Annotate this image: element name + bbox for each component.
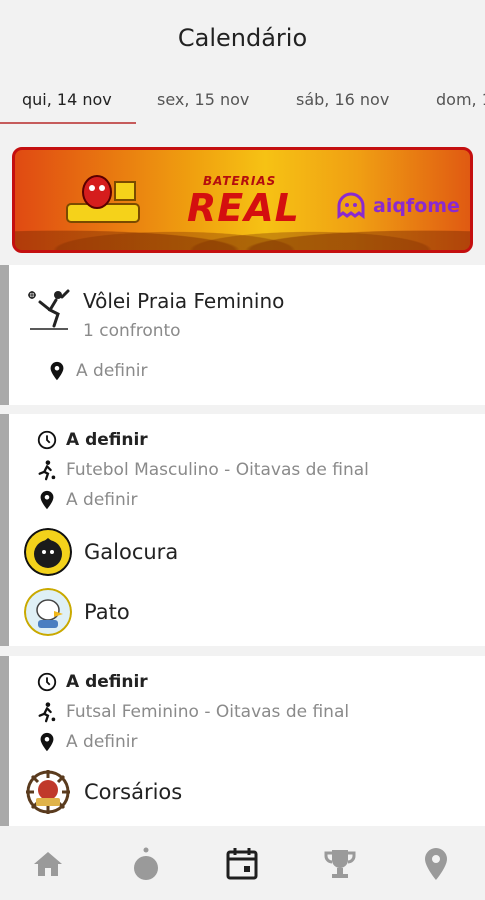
location-text: A definir [76,361,148,381]
event-card[interactable]: Vôlei Praia Feminino 1 confronto A defin… [0,265,485,405]
team-row[interactable]: Galocura [24,528,178,576]
time-row: A definir [36,671,148,693]
ball-icon[interactable] [126,844,166,884]
mascot-logo-icon [66,175,140,223]
card-side-bar [0,414,9,646]
event-card[interactable]: A definir Futsal Feminino - Oitavas de f… [0,656,485,826]
tab-date-15[interactable]: sex, 15 nov [157,90,249,109]
card-side-bar [0,656,9,826]
home-icon[interactable] [28,844,68,884]
time-text: A definir [66,430,148,450]
location-icon[interactable] [416,844,456,884]
match-count: 1 confronto [83,321,181,341]
location-row: A definir [36,731,137,753]
location-text: A definir [66,732,138,752]
team-logo-galocura [24,528,72,576]
date-tabs: qui, 14 nov sex, 15 nov sáb, 16 nov dom,… [0,78,485,124]
calendar-icon[interactable] [222,844,262,884]
category-row: Futsal Feminino - Oitavas de final [36,701,349,723]
category-row: Futebol Masculino - Oitavas de final [36,459,369,481]
location-row: A definir [46,360,147,382]
location-pin-icon [40,732,54,752]
time-row: A definir [36,429,148,451]
partner-text: aiqfome [373,195,460,217]
team-name: Galocura [84,540,179,564]
team-logo-corsarios [26,770,70,814]
sponsor-banner[interactable]: BATERIAS REAL aiqfome [12,147,473,253]
page-title: Calendário [177,24,308,52]
category-text: Futebol Masculino - Oitavas de final [66,460,369,480]
location-pin-icon [50,361,64,381]
soccer-player-icon [38,460,56,481]
event-card[interactable]: A definir Futebol Masculino - Oitavas de… [0,414,485,646]
volleyball-icon [28,289,70,330]
trophy-icon[interactable] [320,844,360,884]
clock-icon [37,430,57,450]
app-header: Calendário [0,0,485,78]
team-logo-pato [24,588,72,636]
location-text: A definir [66,490,138,510]
team-row[interactable]: Corsários [24,768,182,816]
soccer-player-icon [38,702,56,723]
brand-big-text: REAL [187,186,300,230]
location-row: A definir [36,489,137,511]
active-tab-indicator [0,122,136,124]
team-row[interactable]: Pato [24,588,130,636]
bottom-navigation [0,826,485,900]
location-pin-icon [40,490,54,510]
time-text: A definir [66,672,148,692]
card-side-bar [0,265,9,405]
tab-date-14[interactable]: qui, 14 nov [22,90,112,109]
team-name: Corsários [84,780,183,804]
tab-date-17[interactable]: dom, 1 [436,90,485,109]
aiqfome-icon [337,192,365,219]
team-name: Pato [84,600,130,624]
tab-date-16[interactable]: sáb, 16 nov [296,90,389,109]
clock-icon [37,672,57,692]
category-text: Futsal Feminino - Oitavas de final [66,702,350,722]
sport-title: Vôlei Praia Feminino [83,289,285,313]
